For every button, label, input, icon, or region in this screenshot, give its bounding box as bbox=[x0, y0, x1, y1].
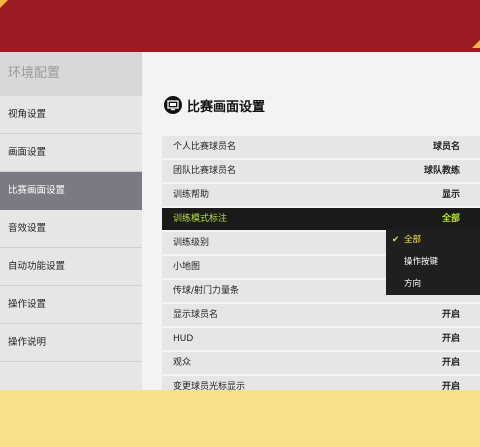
setting-label: 观众 bbox=[173, 358, 192, 368]
sidebar-item-controls[interactable]: 操作设置 bbox=[0, 286, 142, 324]
setting-value: 显示 bbox=[441, 190, 460, 200]
setting-value: 全部 bbox=[441, 214, 460, 224]
sidebar-item-sound[interactable]: 音效设置 bbox=[0, 210, 142, 248]
setting-row-solo-player-name[interactable]: 个人比赛球员名 球员名 bbox=[162, 136, 480, 160]
setting-row-hud[interactable]: HUD 开启 bbox=[162, 328, 480, 352]
page-title-wrap: 比赛画面设置 bbox=[164, 94, 265, 116]
dropdown-option-buttons[interactable]: 操作按键 bbox=[386, 251, 480, 273]
corner-decoration-top-left bbox=[0, 0, 8, 8]
dropdown-option-direction[interactable]: 方向 bbox=[386, 273, 480, 295]
setting-label: 个人比赛球员名 bbox=[173, 142, 237, 152]
setting-row-show-player-name[interactable]: 显示球员名 开启 bbox=[162, 304, 480, 328]
setting-label: 训练帮助 bbox=[173, 190, 210, 200]
sidebar-item-help[interactable]: 操作说明 bbox=[0, 324, 142, 362]
setting-row-team-player-name[interactable]: 团队比赛球员名 球队教练 bbox=[162, 160, 480, 184]
page-title: 比赛画面设置 bbox=[187, 99, 266, 115]
bottom-bar bbox=[0, 390, 480, 447]
dropdown-option-label: 全部 bbox=[404, 235, 422, 245]
setting-label: 训练模式标注 bbox=[173, 214, 228, 224]
setting-value: 球员名 bbox=[432, 142, 460, 152]
setting-label: 团队比赛球员名 bbox=[173, 166, 237, 176]
sidebar-header: 环境配置 bbox=[0, 52, 142, 96]
setting-label: 小地图 bbox=[173, 262, 201, 272]
setting-label: 显示球员名 bbox=[173, 310, 219, 320]
setting-value: 开启 bbox=[441, 334, 460, 344]
sidebar-item-view[interactable]: 视角设置 bbox=[0, 96, 142, 134]
setting-label: 训练级别 bbox=[173, 238, 210, 248]
sidebar: 环境配置 视角设置 画面设置 比赛画面设置 音效设置 自动功能设置 操作设置 操… bbox=[0, 52, 142, 390]
settings-panel: 比赛画面设置 个人比赛球员名 球员名 团队比赛球员名 球队教练 训练帮助 显示 … bbox=[142, 52, 480, 400]
sidebar-item-auto[interactable]: 自动功能设置 bbox=[0, 248, 142, 286]
check-icon: ✔ bbox=[392, 235, 400, 245]
sidebar-item-graphics[interactable]: 画面设置 bbox=[0, 134, 142, 172]
corner-decoration-bottom-right bbox=[472, 40, 480, 48]
sidebar-item-match-display[interactable]: 比赛画面设置 bbox=[0, 172, 142, 210]
setting-value: 开启 bbox=[441, 310, 460, 320]
dropdown-option-label: 操作按键 bbox=[404, 257, 439, 267]
dropdown-option-label: 方向 bbox=[404, 279, 422, 289]
training-mode-dropdown: ✔ 全部 操作按键 方向 bbox=[386, 229, 480, 295]
setting-row-training-help[interactable]: 训练帮助 显示 bbox=[162, 184, 480, 208]
setting-value: 开启 bbox=[441, 358, 460, 368]
setting-label: HUD bbox=[173, 334, 194, 344]
setting-label: 传球/射门力量条 bbox=[173, 286, 240, 296]
setting-row-audience[interactable]: 观众 开启 bbox=[162, 352, 480, 376]
screen-settings-icon bbox=[164, 96, 182, 114]
top-banner bbox=[0, 0, 480, 52]
dropdown-option-all[interactable]: ✔ 全部 bbox=[386, 229, 480, 251]
setting-value: 球队教练 bbox=[423, 166, 460, 176]
